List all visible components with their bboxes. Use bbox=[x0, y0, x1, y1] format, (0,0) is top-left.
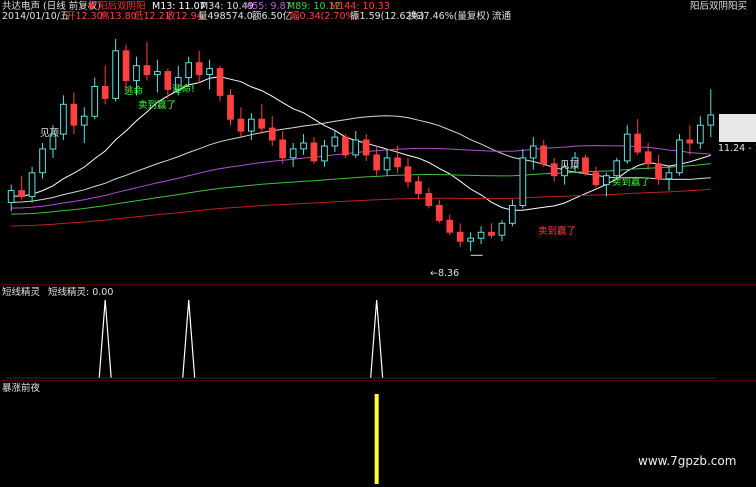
candle-body bbox=[300, 142, 307, 150]
candle-body bbox=[248, 118, 255, 132]
candle-body bbox=[467, 237, 474, 242]
price-right-label: 11.24 - 1 bbox=[718, 143, 756, 154]
info-high: 高13.80 bbox=[100, 11, 137, 22]
candle-body bbox=[321, 145, 328, 162]
candle-body bbox=[216, 68, 224, 96]
candle-body bbox=[644, 151, 652, 165]
info-open: 开12.30 bbox=[66, 11, 103, 22]
panel2-title: 短线精灵 bbox=[2, 287, 41, 298]
candle-body bbox=[80, 115, 88, 126]
candle-body bbox=[164, 71, 172, 90]
candle-body bbox=[498, 222, 506, 236]
candle-body bbox=[707, 114, 715, 126]
candle-body bbox=[592, 172, 600, 186]
annotation-escape-1: 逃命 bbox=[124, 86, 144, 97]
candle-body bbox=[446, 219, 454, 233]
candle-body bbox=[477, 231, 485, 239]
annotation-escape-2: 逃命! bbox=[172, 84, 195, 95]
candle-body bbox=[613, 160, 621, 177]
candle-body bbox=[623, 133, 631, 162]
annotation-buy: 卖到赢了 bbox=[538, 226, 577, 237]
candle-body bbox=[425, 193, 433, 207]
candle-body bbox=[352, 139, 360, 156]
annotation-top-1: 见顶 bbox=[40, 128, 60, 139]
candle-body bbox=[394, 157, 401, 168]
candle-body bbox=[279, 139, 286, 159]
candle-body bbox=[697, 124, 704, 144]
candle-body bbox=[195, 62, 203, 76]
right-indicator-label: 阳后双阴阳买 bbox=[690, 1, 748, 12]
candle-body bbox=[289, 148, 297, 159]
candle-body bbox=[686, 139, 694, 144]
info-amount: 额6.50亿 bbox=[252, 11, 293, 22]
candle-body bbox=[582, 157, 589, 174]
candle-body bbox=[7, 190, 15, 204]
candle-body bbox=[435, 205, 443, 221]
candle-body bbox=[91, 86, 99, 117]
watermark: www.7gpzb.com bbox=[638, 454, 737, 468]
candle-body bbox=[415, 181, 422, 195]
candle-body bbox=[342, 136, 349, 156]
low-price-label: ←8.36 bbox=[430, 268, 460, 279]
signal-spike bbox=[98, 299, 112, 379]
panel2-value: 短线精灵: 0.00 bbox=[48, 287, 114, 298]
annotation-top-2: 见顶 bbox=[560, 160, 580, 171]
candle-body bbox=[529, 145, 537, 159]
signal-bar bbox=[374, 394, 379, 484]
info-volume: 量498574.0 bbox=[198, 11, 253, 22]
candle-body bbox=[488, 231, 495, 236]
info-turnover: 换37.46%(量复权) bbox=[408, 11, 490, 22]
candle-body bbox=[206, 68, 213, 75]
candle-body bbox=[550, 163, 558, 177]
candle-body bbox=[310, 142, 318, 162]
moving-average-m34 bbox=[11, 115, 711, 203]
candle-body bbox=[540, 145, 547, 165]
annotation-sell-2: 卖到赢了 bbox=[612, 177, 651, 188]
panel3-title: 暴涨前夜 bbox=[2, 383, 41, 394]
candle-body bbox=[133, 65, 140, 82]
candle-body bbox=[509, 205, 516, 224]
candle-body bbox=[258, 118, 266, 129]
candle-body bbox=[112, 50, 120, 99]
chart-window: 共达电声 (日线 前复权) ▼ 阳后双阴阳 M13: 11.07 M34: 10… bbox=[0, 0, 756, 487]
annotation-sell-1: 卖到赢了 bbox=[138, 100, 177, 111]
candle-body bbox=[655, 163, 662, 180]
signal-spike bbox=[182, 299, 196, 379]
moving-average-m144 bbox=[11, 188, 711, 227]
panel-divider-2 bbox=[0, 380, 756, 381]
candle-body bbox=[331, 136, 339, 147]
candle-body bbox=[362, 139, 370, 156]
candle-body bbox=[373, 154, 380, 171]
candle-body bbox=[519, 157, 527, 206]
candle-body bbox=[28, 172, 36, 198]
candle-body bbox=[404, 166, 412, 183]
signal-spike bbox=[370, 299, 384, 379]
info-change: 幅0.34(2.70%) bbox=[290, 11, 359, 22]
chart-canvas bbox=[6, 38, 716, 484]
candle-body bbox=[634, 133, 641, 153]
candle-body bbox=[268, 127, 276, 141]
candle-body bbox=[237, 118, 245, 132]
candle-body bbox=[101, 86, 109, 99]
candle-body bbox=[185, 62, 193, 79]
candle-body bbox=[456, 231, 464, 242]
candle-body bbox=[70, 103, 78, 126]
candle-body bbox=[227, 94, 234, 120]
moving-average-m89 bbox=[11, 163, 711, 215]
candle-body bbox=[60, 103, 67, 135]
info-date: 2014/01/10/五 bbox=[2, 11, 70, 22]
candle-body bbox=[676, 139, 683, 174]
price-box bbox=[719, 114, 756, 142]
candle-body bbox=[603, 175, 610, 186]
candle-body bbox=[383, 157, 391, 171]
candle-body bbox=[665, 172, 673, 180]
candle-body bbox=[122, 50, 130, 82]
candle-body bbox=[18, 190, 25, 198]
panel-divider-1 bbox=[0, 284, 756, 285]
candle-body bbox=[154, 71, 161, 76]
candle-body bbox=[143, 65, 151, 76]
info-extra: 流通 bbox=[492, 11, 512, 22]
candle-body bbox=[39, 148, 46, 174]
